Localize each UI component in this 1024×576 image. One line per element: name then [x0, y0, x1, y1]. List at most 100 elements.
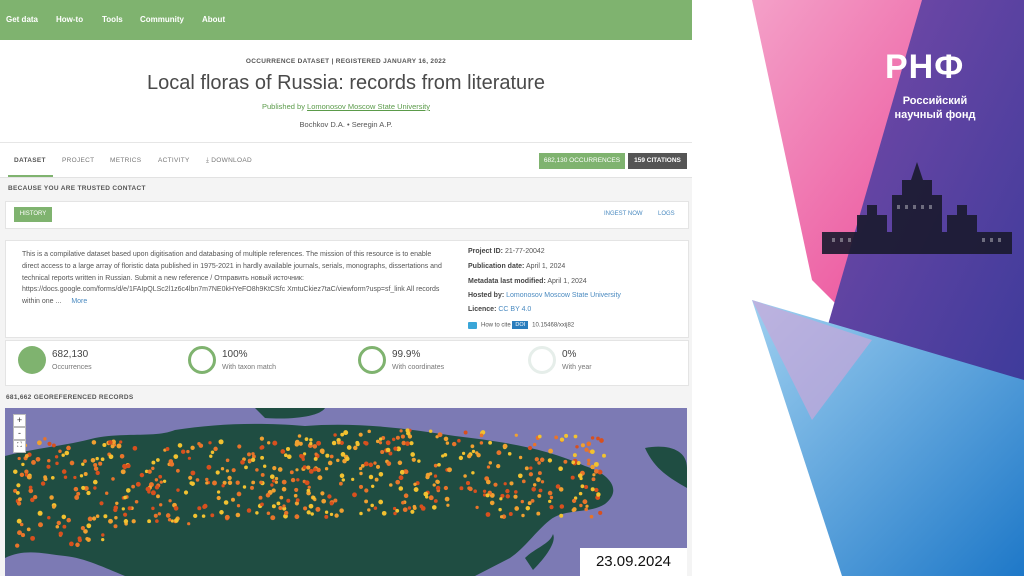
occurrence-hex — [212, 480, 217, 486]
nav-how-to[interactable]: How-to — [56, 15, 83, 24]
occurrence-hex — [271, 504, 276, 509]
tab-dataset[interactable]: DATASET — [14, 157, 46, 164]
occurrence-hex — [95, 514, 100, 518]
occurrence-hex — [263, 464, 267, 468]
zoom-out-button[interactable]: - — [13, 427, 26, 440]
occurrence-hex — [102, 442, 107, 448]
occurrence-hex — [159, 503, 163, 507]
occurrence-hex — [527, 445, 533, 451]
occurrence-hex — [333, 498, 338, 503]
page-title: Local floras of Russia: records from lit… — [147, 72, 545, 94]
occurrence-hex — [250, 457, 256, 462]
occurrence-hex — [445, 441, 450, 445]
occurrence-hex — [590, 487, 595, 492]
occurrence-hex — [300, 454, 305, 459]
occurrence-hex — [537, 493, 542, 498]
occurrence-hex — [573, 434, 578, 439]
occurrence-hex — [56, 520, 61, 526]
nav-about[interactable]: About — [202, 15, 225, 24]
occurrence-hex — [536, 511, 541, 516]
occurrence-hex — [224, 514, 230, 520]
occurrence-hex — [580, 443, 585, 448]
tab-project[interactable]: PROJECT — [62, 157, 94, 164]
doi-link[interactable]: 10.15468/xxij82 — [532, 323, 574, 329]
occurrence-hex — [539, 457, 545, 463]
occurrence-hex — [195, 478, 200, 482]
occurrence-hex — [131, 484, 135, 489]
occurrence-hex — [306, 510, 311, 515]
occurrence-hex — [173, 505, 179, 511]
occurrence-hex — [358, 484, 364, 489]
occurrence-hex — [435, 485, 441, 491]
occurrence-hex — [482, 489, 487, 493]
how-to-cite-link[interactable]: How to cite — [481, 323, 511, 329]
occurrence-hex — [26, 474, 32, 480]
occurrence-hex — [475, 505, 479, 510]
occurrence-hex — [465, 481, 471, 486]
occurrence-hex — [93, 486, 97, 490]
date-stamp: 23.09.2024 — [580, 548, 687, 576]
nav-get-data[interactable]: Get data — [6, 15, 38, 24]
occurrence-hex — [592, 473, 596, 477]
occurrence-hex — [306, 465, 311, 470]
occurrence-hex — [259, 446, 264, 450]
occurrence-hex — [19, 522, 24, 527]
occurrence-hex — [393, 446, 398, 451]
occurrence-hex — [235, 480, 240, 485]
occurrence-hex — [528, 472, 534, 477]
occurrence-hex — [602, 453, 606, 458]
nav-tools[interactable]: Tools — [102, 15, 123, 24]
occurrence-hex — [61, 514, 67, 520]
occurrence-hex — [554, 435, 559, 440]
published-by-label: Published by — [262, 102, 308, 111]
occurrence-hex — [312, 467, 317, 472]
occurrence-hex — [55, 461, 59, 466]
occurrence-hex — [114, 515, 118, 520]
occurrence-hex — [599, 438, 604, 443]
occurrence-hex — [13, 469, 18, 474]
occurrence-hex — [572, 453, 577, 458]
occurrence-hex — [310, 512, 314, 516]
occurrence-hex — [547, 490, 553, 496]
citations-button[interactable]: 159 CITATIONS — [628, 153, 687, 169]
occurrence-hex — [271, 488, 276, 493]
occurrence-hex — [33, 494, 38, 500]
occurrence-hex — [28, 485, 33, 490]
occurrence-hex — [26, 527, 31, 532]
ingest-now-link[interactable]: INGEST NOW — [604, 211, 643, 217]
zoom-in-button[interactable]: + — [13, 414, 26, 427]
occurrence-hex — [123, 519, 129, 524]
hosted-by-link[interactable]: Lomonosov Moscow State University — [506, 292, 621, 299]
occurrences-button[interactable]: 682,130 OCCURRENCES — [539, 153, 625, 169]
occurrence-hex — [359, 471, 363, 476]
occurrence-hex — [81, 462, 85, 466]
licence-link[interactable]: CC BY 4.0 — [498, 306, 531, 313]
occurrence-hex — [205, 477, 209, 482]
stat-occurrences-value: 682,130 — [52, 349, 89, 360]
tab-metrics[interactable]: METRICS — [110, 157, 141, 164]
occurrence-hex — [17, 530, 22, 536]
occurrence-hex — [50, 475, 55, 480]
occurrence-hex — [16, 491, 20, 495]
occurrence-hex — [127, 506, 132, 511]
occurrence-hex — [431, 505, 437, 510]
occurrence-hex — [479, 441, 484, 445]
tab-download[interactable]: ⤓ DOWNLOAD — [206, 157, 252, 165]
occurrence-hex — [278, 506, 283, 510]
last-modified-label: Metadata last modified: — [468, 278, 546, 285]
occurrence-hex — [339, 481, 343, 486]
occurrence-hex — [116, 443, 122, 449]
nav-community[interactable]: Community — [140, 15, 184, 24]
logs-link[interactable]: LOGS — [658, 211, 675, 217]
occurrence-hex — [87, 516, 93, 522]
gbif-dataset-page: Get data How-to Tools Community About OC… — [0, 0, 692, 576]
occurrence-hex — [80, 526, 85, 531]
more-link[interactable]: More — [71, 298, 87, 305]
occurrence-hex — [518, 455, 523, 460]
publisher-link[interactable]: Lomonosov Moscow State University — [307, 102, 430, 111]
history-button[interactable]: HISTORY — [14, 207, 52, 222]
occurrence-hex — [549, 495, 554, 500]
occurrence-hex — [235, 512, 241, 518]
tab-activity[interactable]: ACTIVITY — [158, 157, 190, 164]
fullscreen-button[interactable]: ⛶ — [13, 440, 26, 453]
